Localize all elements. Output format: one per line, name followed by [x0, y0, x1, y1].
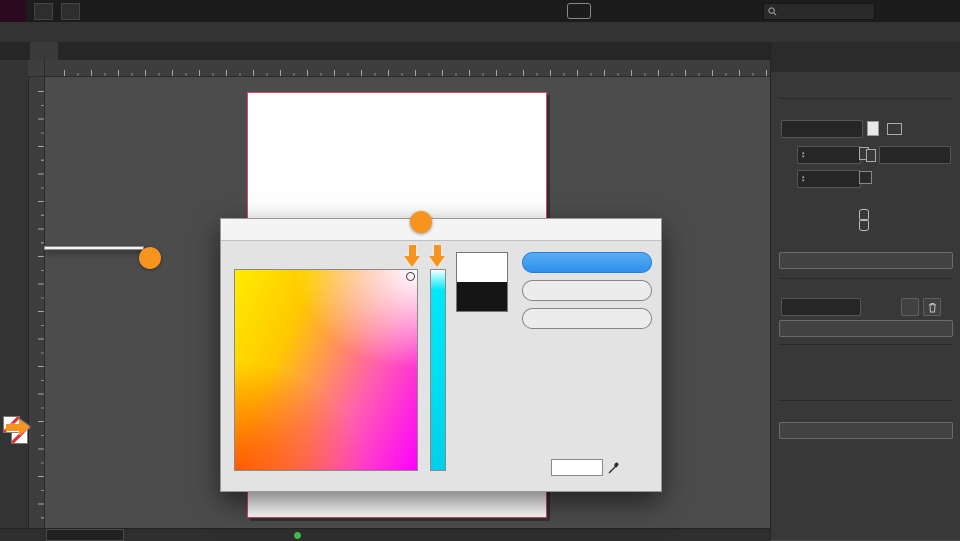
rectangle-tool-flyout [44, 246, 144, 250]
stock-icon[interactable] [61, 2, 80, 20]
close-button[interactable] [931, 0, 960, 22]
status-ok-icon [294, 531, 301, 539]
ruler-corner[interactable] [28, 60, 45, 77]
horizontal-ruler[interactable] [28, 60, 770, 77]
preflight-status[interactable] [294, 530, 311, 540]
stepper-arrows-icon[interactable]: ▲ ▼ [801, 174, 805, 183]
menu-bar [0, 22, 960, 42]
width-stepper[interactable]: ▲ ▼ [797, 146, 861, 164]
publish-online-button[interactable] [567, 3, 591, 19]
new-color-swatch [457, 253, 507, 282]
divider [779, 400, 953, 401]
minimize-button[interactable] [873, 0, 902, 22]
facing-pages-checkbox[interactable] [859, 171, 872, 184]
ok-button[interactable] [522, 252, 652, 273]
color-marker[interactable] [406, 272, 415, 281]
add-page-icon[interactable] [901, 298, 919, 316]
document-preset-dropdown[interactable] [781, 120, 863, 138]
step-badge-7 [410, 211, 432, 233]
previous-color-swatch [457, 282, 507, 311]
toolbar [0, 60, 29, 533]
status-bar [0, 528, 770, 541]
stepper-arrows-icon[interactable]: ▲ ▼ [801, 150, 805, 159]
dialog-title [221, 219, 661, 241]
cancel-button[interactable] [522, 280, 652, 301]
color-spectrum-field[interactable] [234, 269, 418, 471]
preflight-profile[interactable] [202, 530, 206, 540]
divider [779, 98, 953, 99]
color-slider[interactable] [430, 269, 446, 471]
indesign-window: ▲ ▼ ▲ ▼ [0, 0, 960, 541]
callout-arrow-down-icon [429, 245, 445, 267]
callout-arrow-right-icon [6, 419, 30, 435]
height-stepper[interactable]: ▲ ▼ [797, 170, 861, 188]
hex-row [531, 459, 620, 476]
adobe-stock-search[interactable] [763, 3, 875, 20]
pages-icon [859, 147, 876, 162]
search-icon [768, 7, 777, 16]
divider [779, 278, 953, 279]
page-count-field[interactable] [879, 146, 951, 164]
current-page-dropdown[interactable] [781, 298, 861, 316]
step-badge-6 [139, 247, 161, 269]
import-file-button[interactable] [779, 422, 953, 439]
add-cmjn-swatch-button[interactable] [522, 308, 652, 329]
page-number-dropdown[interactable] [46, 529, 124, 541]
title-bar [0, 0, 960, 22]
maximize-button[interactable] [902, 0, 931, 22]
link-margins-icon[interactable] [859, 209, 869, 231]
window-controls [873, 0, 960, 22]
bridge-icon[interactable] [34, 2, 53, 20]
indesign-logo-icon [0, 0, 26, 22]
stock-search-input[interactable] [781, 5, 865, 18]
modify-page-button[interactable] [779, 320, 953, 337]
trash-icon[interactable] [923, 298, 941, 316]
adjust-layout-button[interactable] [779, 252, 953, 269]
dialog-buttons [522, 252, 652, 329]
workspace-switcher[interactable] [660, 0, 664, 22]
divider [779, 344, 953, 345]
hex-value-input[interactable] [551, 459, 603, 476]
document-tab[interactable] [30, 42, 58, 60]
portrait-orientation-button[interactable] [867, 121, 879, 136]
document-tab-bar [0, 42, 770, 60]
color-preview [456, 252, 508, 312]
callout-arrow-down-icon [404, 245, 420, 267]
landscape-orientation-button[interactable] [887, 123, 902, 135]
panel-tabs [771, 42, 960, 72]
properties-panel: ▲ ▼ ▲ ▼ [770, 42, 960, 540]
eyedropper-icon[interactable] [607, 461, 620, 474]
vertical-ruler[interactable] [28, 76, 45, 528]
page-navigation [36, 529, 134, 541]
